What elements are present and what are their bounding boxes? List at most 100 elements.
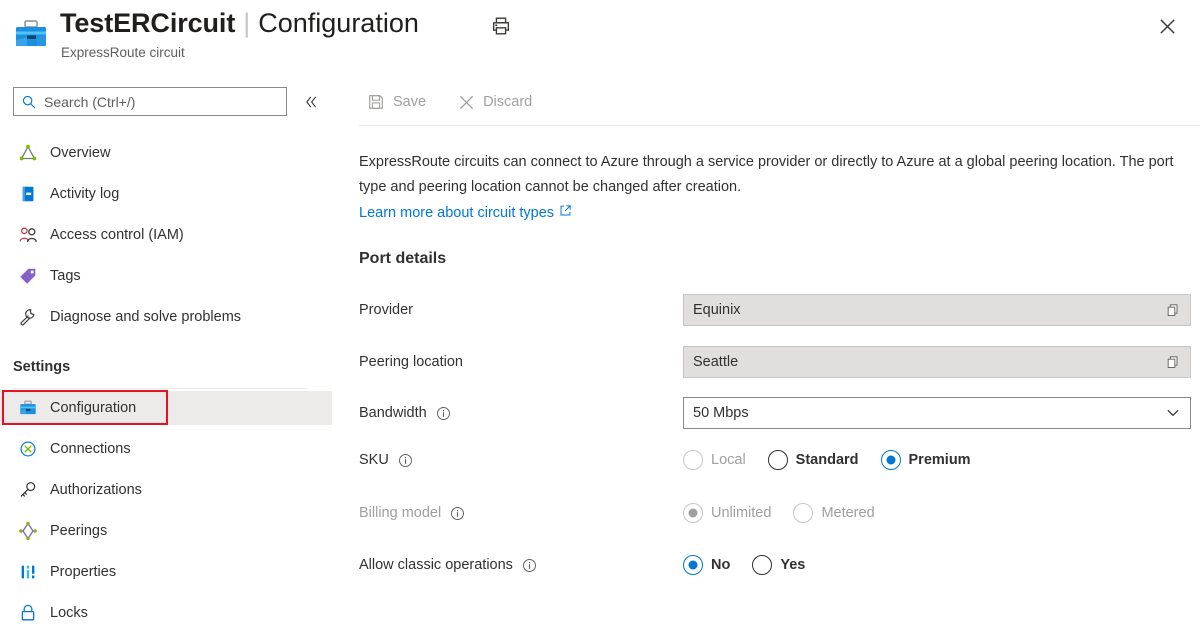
sidebar-item-label: Connections (50, 441, 131, 457)
radio-dot (881, 450, 901, 470)
main-content: Save Discard ExpressRoute circuits can c… (340, 78, 1200, 643)
sidebar-group-header: Settings (13, 359, 70, 375)
wrench-icon (17, 306, 39, 328)
command-bar-divider (359, 125, 1200, 126)
title-section: Configuration (258, 5, 419, 41)
resource-type-subtitle: ExpressRoute circuit (61, 45, 185, 60)
discard-button[interactable]: Discard (450, 86, 538, 118)
search-box[interactable] (13, 87, 287, 116)
radio-dot (752, 555, 772, 575)
description-text: ExpressRoute circuits can connect to Azu… (359, 150, 1177, 200)
copy-icon[interactable] (1163, 352, 1183, 372)
info-icon[interactable] (398, 453, 413, 468)
form-row-provider: Provider Equinix (359, 294, 1200, 326)
billing-model-label: Billing model (359, 505, 683, 521)
peerings-icon (17, 520, 39, 542)
activity-log-icon (17, 183, 39, 205)
learn-more-link[interactable]: Learn more about circuit types (359, 204, 572, 221)
radio-label: Metered (821, 505, 874, 521)
sidebar-item-label: Tags (50, 268, 81, 284)
radio-option-metered: Metered (793, 503, 874, 523)
save-disk-icon (366, 92, 386, 112)
label-text: Provider (359, 302, 413, 318)
briefcase-icon (13, 18, 49, 52)
form-row-bandwidth: Bandwidth 50 Mbps (359, 397, 1200, 429)
provider-value: Equinix (684, 302, 741, 318)
provider-field[interactable]: Equinix (683, 294, 1191, 326)
radio-option-local[interactable]: Local (683, 450, 746, 470)
radio-dot (793, 503, 813, 523)
radio-label: Unlimited (711, 505, 771, 521)
sku-radio-group: Local Standard Premium (683, 450, 971, 470)
radio-option-standard[interactable]: Standard (768, 450, 859, 470)
radio-option-premium[interactable]: Premium (881, 450, 971, 470)
page-title: TestERCircuit | Configuration (60, 5, 419, 41)
form-row-allow-classic-operations: Allow classic operations No Yes (359, 555, 1200, 575)
sidebar-item-label: Peerings (50, 523, 107, 539)
allow-classic-operations-radio-group: No Yes (683, 555, 805, 575)
bandwidth-dropdown[interactable]: 50 Mbps (683, 397, 1191, 429)
label-text: Peering location (359, 354, 463, 370)
radio-dot (683, 450, 703, 470)
overview-triangle-icon (17, 142, 39, 164)
sidebar-item-peerings[interactable]: Peerings (0, 514, 332, 548)
save-button[interactable]: Save (360, 86, 432, 118)
chevron-down-icon[interactable] (1163, 403, 1183, 423)
sidebar: Overview Activity log Access control (IA… (0, 78, 340, 643)
command-bar: Save Discard (340, 78, 1200, 126)
sidebar-item-properties[interactable]: Properties (0, 555, 332, 589)
sidebar-item-connections[interactable]: Connections (0, 432, 332, 466)
sidebar-item-label: Properties (50, 564, 116, 580)
sidebar-item-overview[interactable]: Overview (0, 136, 332, 170)
sidebar-item-locks[interactable]: Locks (0, 596, 332, 630)
allow-classic-operations-label: Allow classic operations (359, 557, 683, 573)
learn-more-label: Learn more about circuit types (359, 205, 554, 221)
sidebar-item-label: Access control (IAM) (50, 227, 184, 243)
label-text: Bandwidth (359, 405, 427, 421)
sidebar-item-label: Activity log (50, 186, 119, 202)
radio-option-yes[interactable]: Yes (752, 555, 805, 575)
form-row-sku: SKU Local Standard Premium (359, 450, 1200, 470)
radio-label: No (711, 557, 730, 573)
radio-dot (768, 450, 788, 470)
sidebar-divider (13, 388, 308, 389)
radio-label: Premium (909, 452, 971, 468)
external-link-icon (559, 204, 572, 221)
tag-icon (17, 265, 39, 287)
info-icon[interactable] (450, 506, 465, 521)
properties-icon (17, 561, 39, 583)
info-icon[interactable] (522, 558, 537, 573)
section-title: Port details (359, 250, 446, 268)
radio-option-no[interactable]: No (683, 555, 730, 575)
description-block: ExpressRoute circuits can connect to Azu… (359, 150, 1177, 222)
form-row-peering-location: Peering location Seattle (359, 346, 1200, 378)
sidebar-item-configuration[interactable]: Configuration (0, 391, 332, 425)
radio-option-unlimited: Unlimited (683, 503, 771, 523)
radio-label: Local (711, 452, 746, 468)
label-text: Billing model (359, 505, 441, 521)
search-input[interactable] (44, 94, 274, 110)
copy-icon[interactable] (1163, 300, 1183, 320)
info-icon[interactable] (436, 406, 451, 421)
sidebar-item-diagnose[interactable]: Diagnose and solve problems (0, 300, 332, 334)
sidebar-item-label: Diagnose and solve problems (50, 309, 241, 325)
bandwidth-label: Bandwidth (359, 405, 683, 421)
sidebar-item-access-control[interactable]: Access control (IAM) (0, 218, 332, 252)
close-icon[interactable] (1153, 12, 1181, 40)
sidebar-item-activity-log[interactable]: Activity log (0, 177, 332, 211)
bandwidth-value: 50 Mbps (684, 405, 749, 421)
sidebar-item-label: Overview (50, 145, 110, 161)
chevron-double-left-icon[interactable] (300, 91, 322, 113)
peering-location-field[interactable]: Seattle (683, 346, 1191, 378)
people-icon (17, 224, 39, 246)
billing-model-radio-group: Unlimited Metered (683, 503, 875, 523)
save-label: Save (393, 94, 426, 110)
sidebar-item-label: Configuration (50, 400, 136, 416)
label-text: SKU (359, 452, 389, 468)
sidebar-item-tags[interactable]: Tags (0, 259, 332, 293)
discard-label: Discard (483, 94, 532, 110)
radio-label: Standard (796, 452, 859, 468)
printer-icon[interactable] (487, 12, 515, 40)
sidebar-item-label: Locks (50, 605, 88, 621)
sidebar-item-authorizations[interactable]: Authorizations (0, 473, 332, 507)
